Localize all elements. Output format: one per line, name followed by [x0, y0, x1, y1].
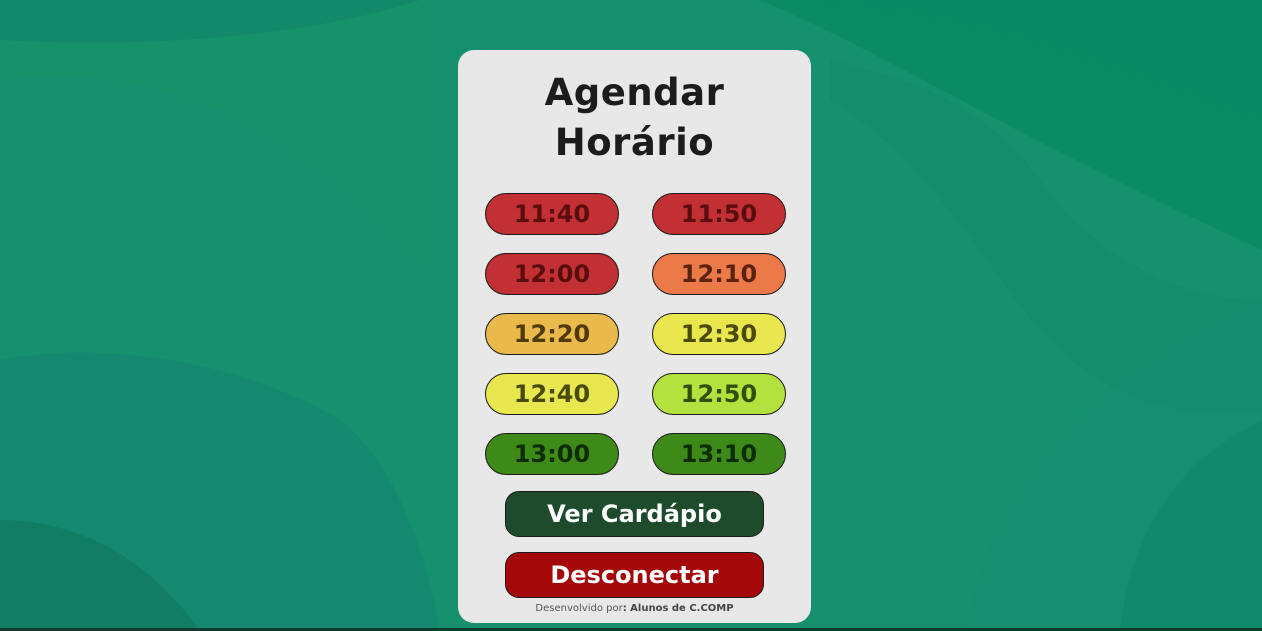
- logout-button[interactable]: Desconectar: [505, 552, 764, 598]
- footer-credits: Desenvolvido por: Alunos de C.COMP: [458, 603, 811, 614]
- footer-prefix: Desenvolvido por: [535, 603, 623, 614]
- page-title-line2: Horário: [554, 121, 715, 164]
- page-title: Agendar Horário: [458, 68, 811, 168]
- page-title-line1: Agendar: [544, 71, 725, 114]
- time-slot-1210-button[interactable]: 12:10: [652, 253, 786, 295]
- time-slot-1230-button[interactable]: 12:30: [652, 313, 786, 355]
- time-slot-1140-button[interactable]: 11:40: [485, 193, 619, 235]
- view-menu-button[interactable]: Ver Cardápio: [505, 491, 764, 537]
- time-slot-1150-button[interactable]: 11:50: [652, 193, 786, 235]
- time-slot-1220-button[interactable]: 12:20: [485, 313, 619, 355]
- time-slot-1310-button[interactable]: 13:10: [652, 433, 786, 475]
- time-slot-1200-button[interactable]: 12:00: [485, 253, 619, 295]
- time-slot-1240-button[interactable]: 12:40: [485, 373, 619, 415]
- time-slot-1300-button[interactable]: 13:00: [485, 433, 619, 475]
- footer-author: : Alunos de C.COMP: [622, 603, 734, 614]
- time-slot-1250-button[interactable]: 12:50: [652, 373, 786, 415]
